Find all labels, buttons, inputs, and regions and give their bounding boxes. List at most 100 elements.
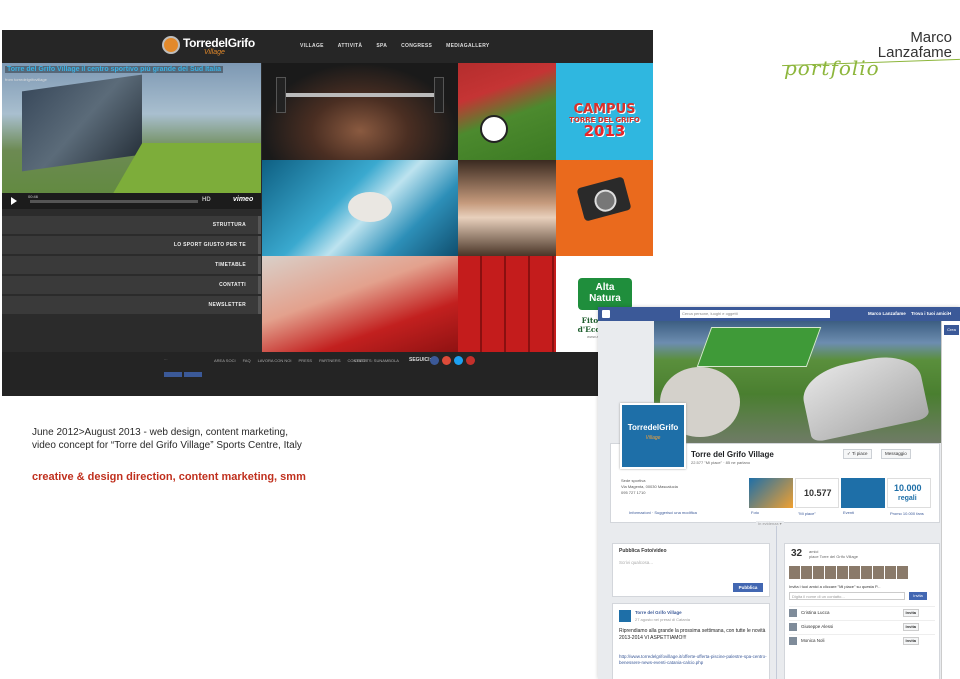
fb-composer-input[interactable]: Scrivi qualcosa... <box>619 560 653 565</box>
friend-avatar[interactable] <box>813 566 824 579</box>
fb-composer-tabs[interactable]: Pubblica Foto/video <box>619 548 667 554</box>
nav-congress[interactable]: CONGRESS <box>401 43 432 49</box>
logo-brand: TorredelGrifo <box>183 36 255 50</box>
play-icon[interactable] <box>11 197 17 205</box>
nav-mediagallery[interactable]: MEDIAGALLERY <box>446 43 489 49</box>
fb-invite-input[interactable]: Digita il nome di un contatto... <box>789 592 905 600</box>
hd-toggle[interactable]: HD <box>202 197 211 203</box>
description-line1: June 2012>August 2013 - web design, cont… <box>32 427 289 438</box>
friend-avatar[interactable] <box>849 566 860 579</box>
footer-like-widget[interactable]: ··· <box>164 358 204 380</box>
friend-name[interactable]: Cristina Lucca <box>801 610 830 615</box>
fb-story-author[interactable]: Torre del Grifo Village <box>635 610 682 615</box>
swimmer-shape <box>348 192 392 222</box>
fb-logo-icon[interactable] <box>602 310 610 318</box>
fb-cover-photo[interactable] <box>654 321 942 443</box>
vimeo-logo[interactable]: vimeo <box>233 196 253 203</box>
fb-find-friends[interactable]: Trova i tuoi amici <box>911 311 948 316</box>
site-logo[interactable]: TorredelGrifo Village <box>162 34 255 60</box>
tile-photo-contest[interactable] <box>556 160 653 256</box>
footer-credits[interactable]: CREDITS: SUNAMBOLA <box>354 358 399 363</box>
footer-partners[interactable]: PARTNERS <box>319 358 340 363</box>
twitter-icon[interactable] <box>454 356 463 365</box>
friend-invite-button[interactable]: Invita <box>902 623 919 631</box>
friend-avatar[interactable] <box>897 566 908 579</box>
footer-widget-text: ··· <box>164 358 168 362</box>
friend-invite-button[interactable]: Invita <box>902 609 919 617</box>
friend-avatar[interactable] <box>837 566 848 579</box>
fb-share-button[interactable] <box>184 372 202 377</box>
fb-promo-value: 10.000 <box>894 483 922 493</box>
friend-avatar[interactable] <box>825 566 836 579</box>
footer-lavora[interactable]: LAVORA CON NOI <box>258 358 292 363</box>
friend-avatar[interactable] <box>861 566 872 579</box>
nav-village[interactable]: VILLAGE <box>300 43 324 49</box>
website-mockup: TorredelGrifo Village VILLAGE ATTIVITÀ S… <box>2 30 653 396</box>
friend-avatar[interactable] <box>789 566 800 579</box>
fb-publish-button[interactable]: Pubblica <box>733 583 763 592</box>
fb-page-stats: 22.577 "Mi piace" · 85 ne parlano <box>691 460 751 465</box>
menu-sport[interactable]: LO SPORT GIUSTO PER TE <box>2 236 261 254</box>
fb-friend-row: Cristina Lucca Invita <box>789 606 935 618</box>
fb-thumb-promo[interactable]: 10.000 regali Promo 10.000 fans <box>887 478 931 516</box>
googleplus-icon[interactable] <box>442 356 451 365</box>
video-progress[interactable] <box>30 200 198 203</box>
footer-faq[interactable]: FAQ <box>243 358 251 363</box>
fb-profile-picture[interactable]: TorredelGrifo Village <box>620 403 686 469</box>
friend-avatar[interactable] <box>789 609 797 617</box>
menu-contatti[interactable]: CONTATTI <box>2 276 261 294</box>
fb-profile-brand: TorredelGrifo <box>627 423 679 432</box>
youtube-icon[interactable] <box>466 356 475 365</box>
menu-timetable[interactable]: TIMETABLE <box>2 256 261 274</box>
tile-weightlifting[interactable] <box>262 63 458 160</box>
fb-create-button[interactable]: Crea <box>944 325 959 335</box>
nav-attivita[interactable]: ATTIVITÀ <box>338 43 363 49</box>
video-time: 00:46 <box>28 194 39 199</box>
tile-swimming[interactable] <box>262 160 458 256</box>
cover-building-dome <box>798 349 930 443</box>
tile-spa-bath[interactable] <box>262 256 458 352</box>
fb-story-time[interactable]: 27 agosto nei pressi di Catania <box>635 617 690 622</box>
fb-in-evidence[interactable]: In evidenza ▾ <box>756 521 784 526</box>
logo-ball-icon <box>162 36 180 54</box>
friend-avatar[interactable] <box>801 566 812 579</box>
camera-icon <box>576 176 632 222</box>
tile-massage[interactable] <box>458 160 556 256</box>
video-from[interactable]: from torredelgrifovillage <box>5 77 47 82</box>
fb-user-name[interactable]: Marco Lanzafame <box>868 311 906 316</box>
fb-like-page-button[interactable]: ✓ Ti piace <box>843 449 872 459</box>
friend-avatar[interactable] <box>885 566 896 579</box>
project-description: June 2012>August 2013 - web design, cont… <box>32 426 372 452</box>
nav-spa[interactable]: SPA <box>376 43 387 49</box>
fb-friend-row: Giuseppe Alessi Invita <box>789 620 935 632</box>
fb-thumb-events[interactable]: Eventi <box>841 478 885 515</box>
friend-avatar[interactable] <box>789 637 797 645</box>
video-player[interactable]: Torre del Grifo Village il centro sporti… <box>2 63 261 209</box>
fb-about-links[interactable]: Informazioni · Suggerisci una modifica <box>629 510 697 515</box>
fb-message-button[interactable]: Messaggio <box>881 449 911 459</box>
facebook-icon[interactable] <box>430 356 439 365</box>
fb-story-avatar[interactable] <box>619 610 631 622</box>
video-title[interactable]: Torre del Grifo Village il centro sporti… <box>5 66 224 73</box>
plate-left <box>276 77 286 113</box>
fb-thumb-photos[interactable]: Foto <box>749 478 793 515</box>
fb-thumb-likes[interactable]: 10.577 "Mi piace" <box>795 478 839 516</box>
footer-press[interactable]: PRESS <box>299 358 313 363</box>
friend-name[interactable]: Monica Noli <box>801 638 825 643</box>
friend-avatar[interactable] <box>789 623 797 631</box>
fb-invite-button[interactable]: Invita <box>909 592 927 600</box>
footer-area-soci[interactable]: AREA SOCI <box>214 358 236 363</box>
friend-invite-button[interactable]: Invita <box>902 637 919 645</box>
friend-name[interactable]: Giuseppe Alessi <box>801 624 833 629</box>
fb-home-link[interactable]: H <box>948 311 951 316</box>
fb-like-button[interactable] <box>164 372 182 377</box>
fb-story-link[interactable]: http://www.torredelgrifovillage.it/offer… <box>619 654 767 666</box>
friend-avatar[interactable] <box>873 566 884 579</box>
fb-search-input[interactable]: Cerca persone, luoghi e oggetti <box>680 310 830 318</box>
menu-struttura[interactable]: STRUTTURA <box>2 216 261 234</box>
tile-football[interactable] <box>458 63 556 160</box>
fb-page-name[interactable]: Torre del Grifo Village <box>691 450 774 459</box>
tile-campus[interactable]: CAMPUS TORRE DEL GRIFO 2013 <box>556 63 653 160</box>
menu-newsletter[interactable]: NEWSLETTER <box>2 296 261 314</box>
tile-auditorium[interactable] <box>458 256 556 352</box>
